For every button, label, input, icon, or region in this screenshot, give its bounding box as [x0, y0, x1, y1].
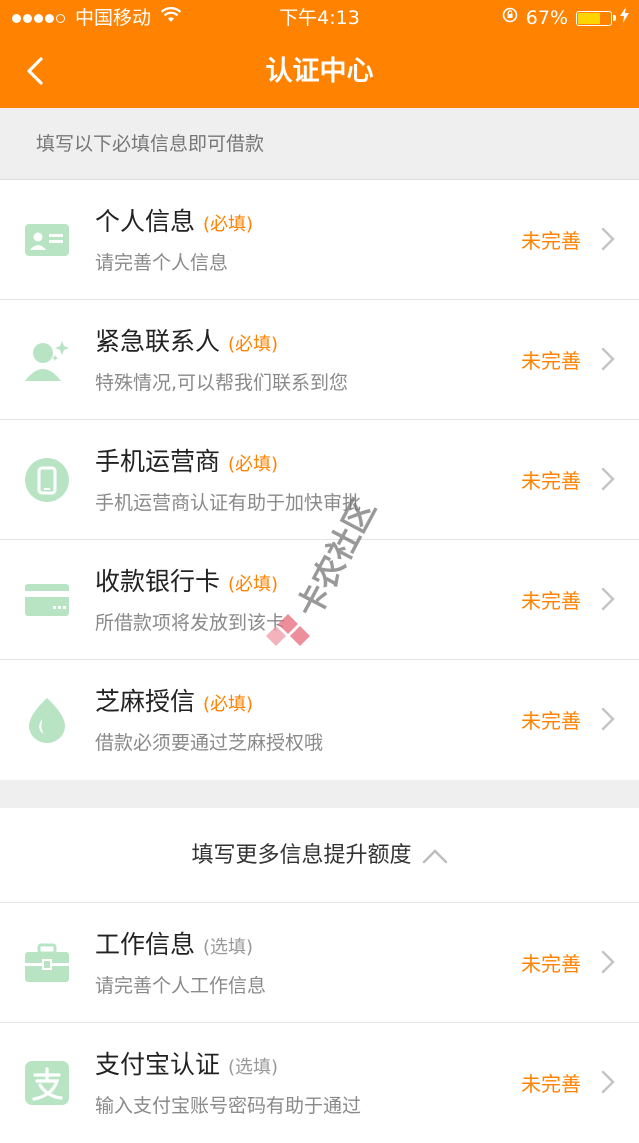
contact-person-icon [24, 337, 70, 383]
item-title: 个人信息 [95, 207, 196, 236]
more-info-label: 填写更多信息提升额度 [191, 843, 412, 868]
chevron-right-icon [601, 707, 615, 731]
mobile-phone-icon [24, 457, 70, 503]
list-item-personal-info[interactable]: 个人信息 (必填) 请完善个人信息 未完善 [0, 180, 639, 300]
item-status: 未完善 [521, 709, 581, 733]
item-subtitle: 请完善个人工作信息 [95, 975, 267, 997]
required-tag: (必填) [228, 334, 279, 355]
item-status: 未完善 [521, 589, 581, 613]
item-title: 紧急联系人 [95, 327, 221, 356]
item-subtitle: 手机运营商认证有助于加快审批 [95, 492, 362, 514]
item-status: 未完善 [521, 469, 581, 493]
chevron-right-icon [601, 467, 615, 491]
optional-items-list: 工作信息 (选填) 请完善个人工作信息 未完善 支付宝认证 (选填) 输入支付宝账号… [0, 903, 639, 1143]
list-item-bank-card[interactable]: 收款银行卡 (必填) 所借款项将发放到该卡 未完善 [0, 540, 639, 660]
list-item-alipay[interactable]: 支付宝认证 (选填) 输入支付宝账号密码有助于通过 未完善 [0, 1023, 639, 1143]
chevron-right-icon [601, 1070, 615, 1094]
list-item-work-info[interactable]: 工作信息 (选填) 请完善个人工作信息 未完善 [0, 903, 639, 1023]
item-subtitle: 输入支付宝账号密码有助于通过 [95, 1095, 362, 1117]
required-tag: (必填) [203, 694, 254, 715]
item-title: 收款银行卡 [95, 567, 221, 596]
chevron-right-icon [601, 227, 615, 251]
item-status: 未完善 [521, 952, 581, 976]
bank-card-icon [24, 577, 70, 623]
item-subtitle: 所借款项将发放到该卡 [95, 612, 286, 634]
item-title: 支付宝认证 [95, 1050, 221, 1079]
sesame-credit-icon [24, 697, 70, 743]
charging-bolt-icon [620, 0, 629, 36]
required-tag: (必填) [228, 454, 279, 475]
optional-tag: (选填) [203, 937, 254, 958]
required-items-list: 个人信息 (必填) 请完善个人信息 未完善 紧急联系人 (必填) 特殊情况,可以帮我… [0, 180, 639, 780]
item-status: 未完善 [521, 349, 581, 373]
list-item-sesame-credit[interactable]: 芝麻授信 (必填) 借款必须要通过芝麻授权哦 未完善 [0, 660, 639, 780]
item-status: 未完善 [521, 1072, 581, 1096]
item-title: 芝麻授信 [95, 687, 196, 716]
required-info-notice: 填写以下必填信息即可借款 [0, 108, 639, 180]
header-bar: 中国移动 下午4:13 67% 认证中心 [0, 0, 639, 108]
item-status: 未完善 [521, 229, 581, 253]
battery-icon [576, 10, 616, 26]
briefcase-icon [24, 940, 70, 986]
item-title: 工作信息 [95, 930, 196, 959]
item-title: 手机运营商 [95, 447, 221, 476]
item-subtitle: 借款必须要通过芝麻授权哦 [95, 732, 324, 754]
item-subtitle: 请完善个人信息 [95, 252, 229, 274]
alipay-icon [24, 1060, 70, 1106]
required-tag: (必填) [203, 214, 254, 235]
rotation-lock-icon [502, 0, 518, 36]
list-item-emergency-contact[interactable]: 紧急联系人 (必填) 特殊情况,可以帮我们联系到您 未完善 [0, 300, 639, 420]
chevron-right-icon [601, 587, 615, 611]
chevron-right-icon [601, 347, 615, 371]
id-card-icon [24, 217, 70, 263]
item-subtitle: 特殊情况,可以帮我们联系到您 [95, 372, 349, 394]
more-info-toggle[interactable]: 填写更多信息提升额度 [0, 808, 639, 903]
chevron-right-icon [601, 950, 615, 974]
chevron-up-icon [422, 849, 447, 864]
page-title: 认证中心 [265, 56, 374, 87]
status-bar: 中国移动 下午4:13 67% [0, 0, 639, 36]
optional-tag: (选填) [228, 1057, 279, 1078]
required-tag: (必填) [228, 574, 279, 595]
list-item-mobile-carrier[interactable]: 手机运营商 (必填) 手机运营商认证有助于加快审批 未完善 [0, 420, 639, 540]
battery-percent: 67% [525, 7, 568, 29]
